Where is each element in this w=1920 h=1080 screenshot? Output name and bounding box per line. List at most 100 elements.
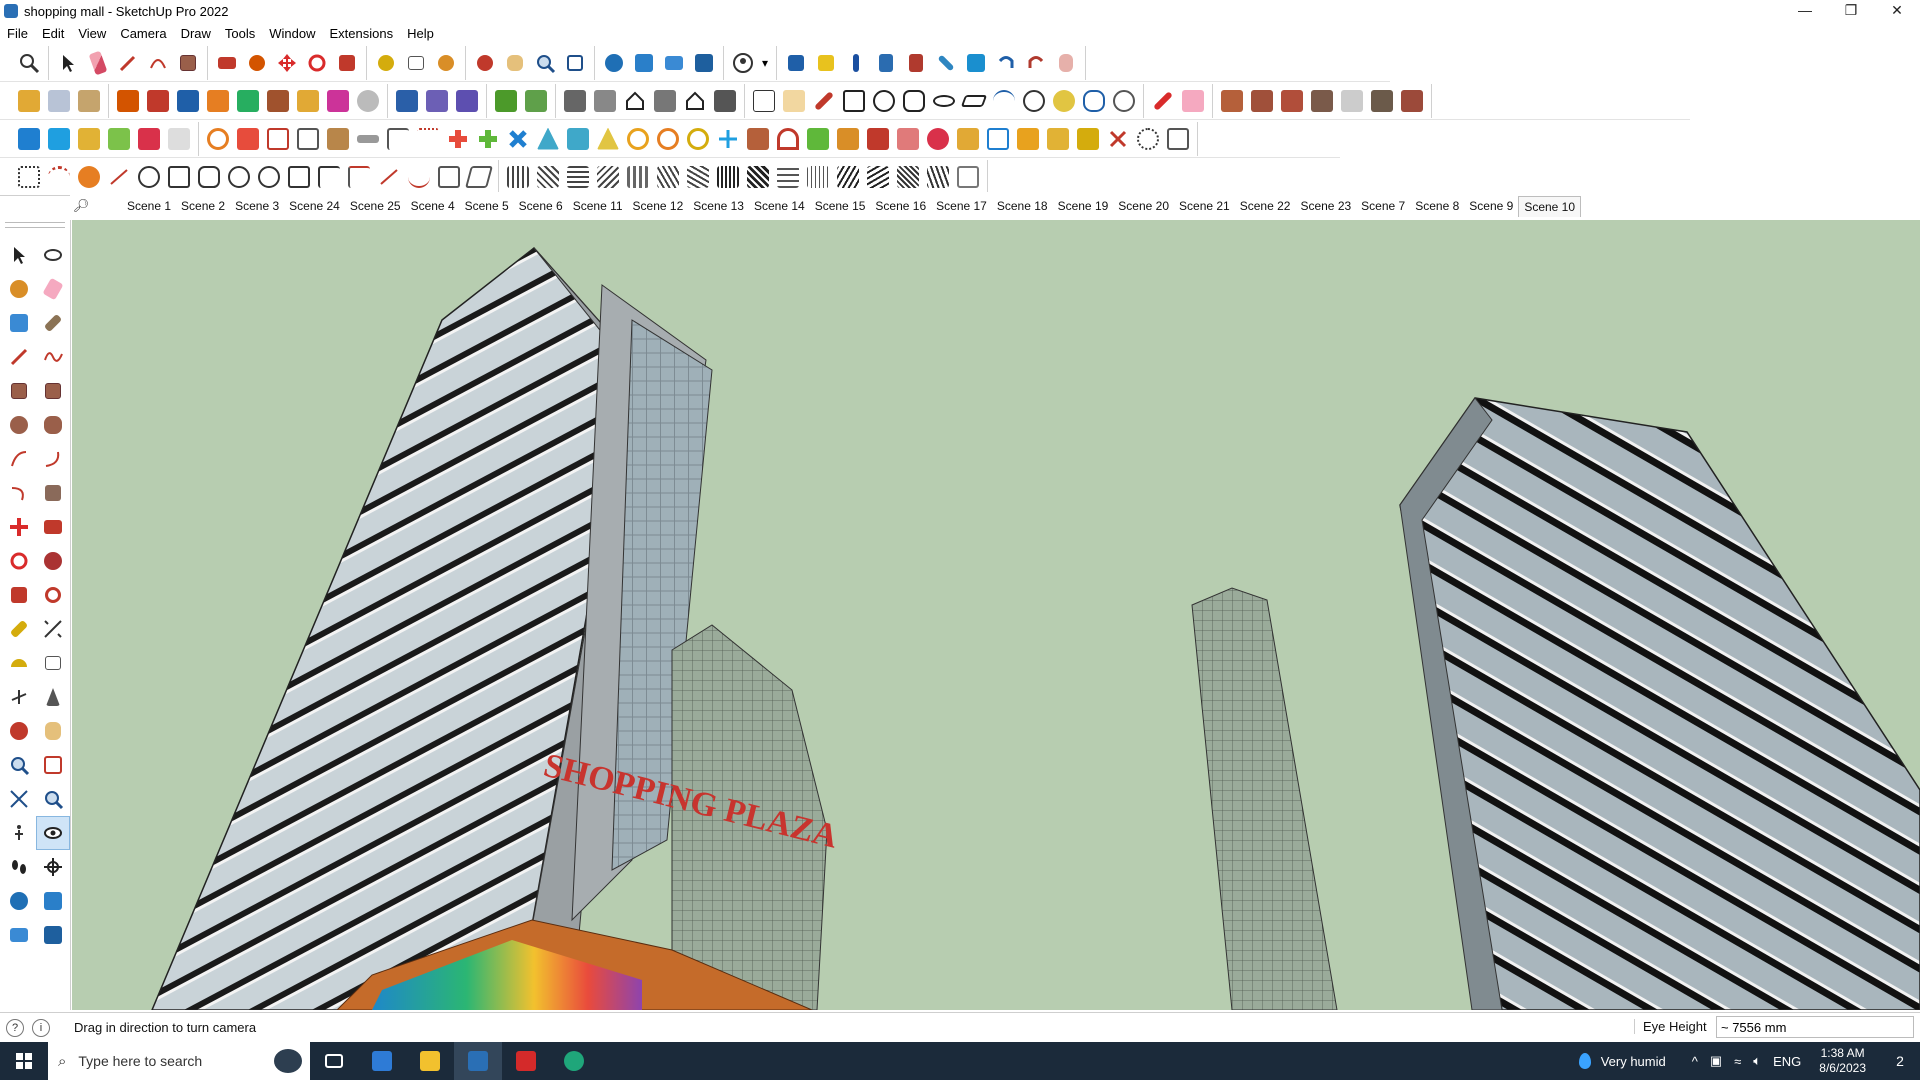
search-icon[interactable] [14,48,44,78]
zoom-window-icon[interactable] [36,748,70,782]
paint-bucket-icon[interactable] [2,272,36,306]
menu-help[interactable]: Help [400,26,441,41]
zoom-extents-icon[interactable] [560,48,590,78]
line-icon[interactable] [2,340,36,374]
menu-draw[interactable]: Draw [174,26,218,41]
sandbox-grid-icon[interactable] [1247,86,1277,116]
info-icon[interactable]: i [32,1018,50,1037]
shape-hexagon-icon[interactable] [899,86,929,116]
extrude-green-icon[interactable] [233,86,263,116]
clock[interactable]: 1:38 AM 8/6/2023 [1819,1046,1866,1076]
hatch-11-icon[interactable] [803,162,833,192]
curve-tool-13-icon[interactable] [374,162,404,192]
loop-icon[interactable] [683,124,713,154]
curve-tool-1-icon[interactable] [14,162,44,192]
geolocation-icon[interactable]: ? [6,1018,24,1037]
curve-tool-5-icon[interactable] [134,162,164,192]
user-account-icon[interactable] [728,48,758,78]
push-pull-icon[interactable] [212,48,242,78]
sketchup-taskbar-icon[interactable] [454,1042,502,1080]
cube-brown-icon[interactable] [323,124,353,154]
text-icon[interactable] [36,646,70,680]
curve-icon[interactable] [353,86,383,116]
start-button[interactable] [0,1042,48,1080]
taskbar-search-box[interactable]: ⌕ Type here to search [48,1042,310,1080]
sandbox-stamp-icon[interactable] [1307,86,1337,116]
notification-center-icon[interactable]: 2 [1880,1053,1920,1069]
curve-tool-9-icon[interactable] [254,162,284,192]
tiles-green-icon[interactable] [803,124,833,154]
cone-icon[interactable] [533,124,563,154]
walk-footprints-icon[interactable] [2,850,36,884]
paint-bucket-icon[interactable] [431,48,461,78]
move-icon[interactable] [272,48,302,78]
make-component-icon[interactable] [2,306,36,340]
curve-tool-7-icon[interactable] [194,162,224,192]
hatch-16-icon[interactable] [953,162,983,192]
rectangle-icon[interactable] [173,48,203,78]
scene-tab[interactable]: Scene 8 [1410,196,1464,216]
position-camera-icon[interactable] [2,816,36,850]
scene-tab[interactable]: Scene 12 [628,196,689,216]
axis-blue-icon[interactable] [841,48,871,78]
tape-measure-icon[interactable] [371,48,401,78]
two-point-arc-icon[interactable] [36,442,70,476]
language-indicator[interactable]: ENG [1773,1054,1801,1069]
section-display-icon[interactable] [36,884,70,918]
model-viewport[interactable]: SHOPPING PLAZA [72,220,1920,1010]
pan-icon[interactable] [36,714,70,748]
wifi-icon[interactable]: ≈ [1734,1054,1741,1069]
arc-blue-icon[interactable] [989,86,1019,116]
menu-window[interactable]: Window [262,26,322,41]
hatch-5-icon[interactable] [623,162,653,192]
square-red-icon[interactable] [233,124,263,154]
extrude-magenta-icon[interactable] [323,86,353,116]
bezier-red-icon[interactable] [413,124,443,154]
curve-tool-3-icon[interactable] [74,162,104,192]
shape-ellipse-icon[interactable] [929,86,959,116]
curve-tool-8-icon[interactable] [224,162,254,192]
axis-move-icon[interactable] [713,124,743,154]
view-iso-icon[interactable] [560,86,590,116]
polygon-icon[interactable] [36,408,70,442]
dimension-icon[interactable] [36,612,70,646]
tag-blue-icon[interactable] [781,48,811,78]
sandbox-contours-icon[interactable] [1217,86,1247,116]
calculator-app-icon[interactable] [358,1042,406,1080]
extrude-blue-icon[interactable] [173,86,203,116]
tag-icon[interactable] [779,86,809,116]
curve-blue-icon[interactable] [1079,86,1109,116]
hatch-14-icon[interactable] [893,162,923,192]
scene-tab[interactable]: Scene 6 [514,196,568,216]
plugin-red-icon[interactable] [134,124,164,154]
bezier-icon[interactable] [1133,124,1163,154]
bolt-icon[interactable] [953,124,983,154]
toolbar-grip[interactable] [5,222,65,228]
section-fill-icon[interactable] [689,48,719,78]
meet-now-icon[interactable]: ▣ [1710,1053,1722,1069]
3d-text-icon[interactable] [36,680,70,714]
section-cut-icon[interactable] [2,884,36,918]
style-blue-icon[interactable] [392,86,422,116]
arc-icon[interactable] [143,48,173,78]
follow-me-icon[interactable] [36,544,70,578]
iso-view-icon[interactable] [14,86,44,116]
measurements-input[interactable] [1716,1016,1914,1038]
array-pink-icon[interactable] [893,124,923,154]
hatch-7-icon[interactable] [683,162,713,192]
three-point-arc-icon[interactable] [2,476,36,510]
scene-tab[interactable]: Scene 20 [1113,196,1174,216]
restore-button[interactable]: ❐ [1828,0,1874,22]
zoom-extents-icon[interactable] [2,782,36,816]
plugin-grey-icon[interactable] [164,124,194,154]
scale-icon[interactable] [332,48,362,78]
shape-circle-icon[interactable] [869,86,899,116]
tree-icon[interactable] [563,124,593,154]
frame-icon[interactable] [1163,124,1193,154]
hatch-10-icon[interactable] [773,162,803,192]
select-arrow-icon[interactable] [2,238,36,272]
magnet-icon[interactable] [773,124,803,154]
curve-tool-16-icon[interactable] [464,162,494,192]
menu-edit[interactable]: Edit [35,26,71,41]
grid-yellow-icon[interactable] [1073,124,1103,154]
